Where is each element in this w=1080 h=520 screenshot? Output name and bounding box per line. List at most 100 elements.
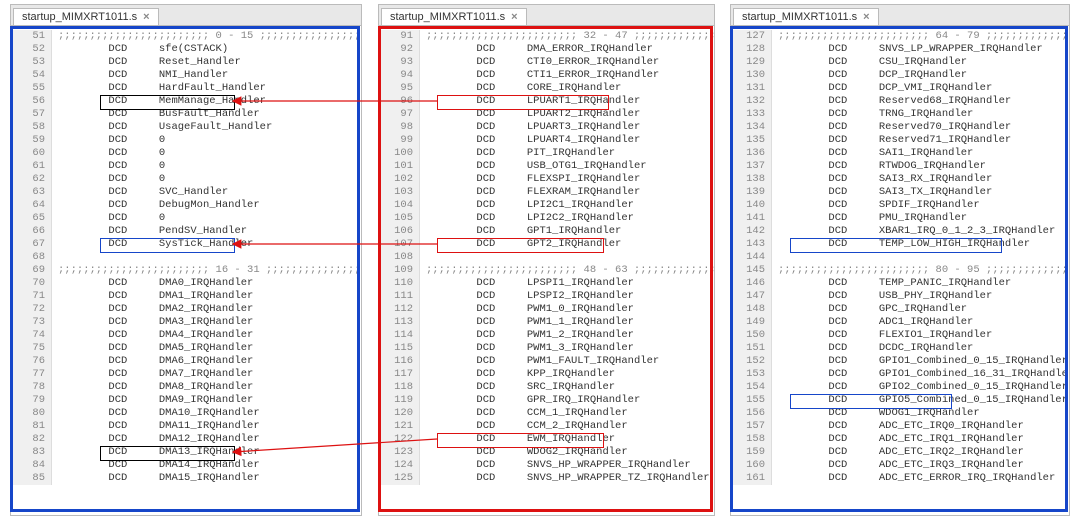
code-line[interactable]: 144 — [731, 251, 1069, 264]
code-line[interactable]: 116 DCD PWM1_FAULT_IRQHandler — [379, 355, 714, 368]
code-line[interactable]: 93 DCD CTI0_ERROR_IRQHandler — [379, 56, 714, 69]
code-line[interactable]: 97 DCD LPUART2_IRQHandler — [379, 108, 714, 121]
code-line[interactable]: 101 DCD USB_OTG1_IRQHandler — [379, 160, 714, 173]
code-line[interactable]: 80 DCD DMA10_IRQHandler — [11, 407, 361, 420]
code-line[interactable]: 133 DCD TRNG_IRQHandler — [731, 108, 1069, 121]
code-line[interactable]: 69;;;;;;;;;;;;;;;;;;;;;;;; 16 - 31 ;;;;;… — [11, 264, 361, 277]
code-line[interactable]: 71 DCD DMA1_IRQHandler — [11, 290, 361, 303]
code-line[interactable]: 65 DCD 0 — [11, 212, 361, 225]
code-line[interactable]: 78 DCD DMA8_IRQHandler — [11, 381, 361, 394]
code-line[interactable]: 140 DCD SPDIF_IRQHandler — [731, 199, 1069, 212]
code-line[interactable]: 151 DCD DCDC_IRQHandler — [731, 342, 1069, 355]
code-line[interactable]: 124 DCD SNVS_HP_WRAPPER_IRQHandler — [379, 459, 714, 472]
code-line[interactable]: 159 DCD ADC_ETC_IRQ2_IRQHandler — [731, 446, 1069, 459]
code-line[interactable]: 100 DCD PIT_IRQHandler — [379, 147, 714, 160]
code-line[interactable]: 135 DCD Reserved71_IRQHandler — [731, 134, 1069, 147]
code-line[interactable]: 115 DCD PWM1_3_IRQHandler — [379, 342, 714, 355]
code-line[interactable]: 155 DCD GPIO5_Combined_0_15_IRQHandler — [731, 394, 1069, 407]
code-line[interactable]: 114 DCD PWM1_2_IRQHandler — [379, 329, 714, 342]
code-line[interactable]: 136 DCD SAI1_IRQHandler — [731, 147, 1069, 160]
code-line[interactable]: 150 DCD FLEXIO1_IRQHandler — [731, 329, 1069, 342]
code-line[interactable]: 108 — [379, 251, 714, 264]
code-line[interactable]: 134 DCD Reserved70_IRQHandler — [731, 121, 1069, 134]
code-line[interactable]: 153 DCD GPIO1_Combined_16_31_IRQHandler — [731, 368, 1069, 381]
code-area-left[interactable]: 51;;;;;;;;;;;;;;;;;;;;;;;; 0 - 15 ;;;;;;… — [11, 26, 361, 515]
code-line[interactable]: 109;;;;;;;;;;;;;;;;;;;;;;;; 48 - 63 ;;;;… — [379, 264, 714, 277]
code-line[interactable]: 145;;;;;;;;;;;;;;;;;;;;;;;; 80 - 95 ;;;;… — [731, 264, 1069, 277]
code-line[interactable]: 83 DCD DMA13_IRQHandler — [11, 446, 361, 459]
code-line[interactable]: 102 DCD FLEXSPI_IRQHandler — [379, 173, 714, 186]
code-line[interactable]: 112 DCD PWM1_0_IRQHandler — [379, 303, 714, 316]
code-line[interactable]: 107 DCD GPT2_IRQHandler — [379, 238, 714, 251]
code-line[interactable]: 156 DCD WDOG1_IRQHandler — [731, 407, 1069, 420]
code-line[interactable]: 122 DCD EWM_IRQHandler — [379, 433, 714, 446]
code-line[interactable]: 77 DCD DMA7_IRQHandler — [11, 368, 361, 381]
close-icon[interactable]: × — [143, 11, 149, 23]
code-line[interactable]: 161 DCD ADC_ETC_ERROR_IRQ_IRQHandler — [731, 472, 1069, 485]
code-line[interactable]: 75 DCD DMA5_IRQHandler — [11, 342, 361, 355]
code-line[interactable]: 149 DCD ADC1_IRQHandler — [731, 316, 1069, 329]
code-line[interactable]: 57 DCD BusFault_Handler — [11, 108, 361, 121]
code-line[interactable]: 92 DCD DMA_ERROR_IRQHandler — [379, 43, 714, 56]
code-line[interactable]: 99 DCD LPUART4_IRQHandler — [379, 134, 714, 147]
code-line[interactable]: 120 DCD CCM_1_IRQHandler — [379, 407, 714, 420]
code-line[interactable]: 129 DCD CSU_IRQHandler — [731, 56, 1069, 69]
code-line[interactable]: 139 DCD SAI3_TX_IRQHandler — [731, 186, 1069, 199]
code-line[interactable]: 95 DCD CORE_IRQHandler — [379, 82, 714, 95]
code-line[interactable]: 58 DCD UsageFault_Handler — [11, 121, 361, 134]
code-line[interactable]: 148 DCD GPC_IRQHandler — [731, 303, 1069, 316]
code-line[interactable]: 66 DCD PendSV_Handler — [11, 225, 361, 238]
code-line[interactable]: 59 DCD 0 — [11, 134, 361, 147]
code-line[interactable]: 98 DCD LPUART3_IRQHandler — [379, 121, 714, 134]
code-line[interactable]: 141 DCD PMU_IRQHandler — [731, 212, 1069, 225]
code-line[interactable]: 61 DCD 0 — [11, 160, 361, 173]
code-line[interactable]: 121 DCD CCM_2_IRQHandler — [379, 420, 714, 433]
code-line[interactable]: 158 DCD ADC_ETC_IRQ1_IRQHandler — [731, 433, 1069, 446]
code-line[interactable]: 82 DCD DMA12_IRQHandler — [11, 433, 361, 446]
code-line[interactable]: 106 DCD GPT1_IRQHandler — [379, 225, 714, 238]
code-line[interactable]: 68 — [11, 251, 361, 264]
code-line[interactable]: 56 DCD MemManage_Handler — [11, 95, 361, 108]
code-area-right[interactable]: 127;;;;;;;;;;;;;;;;;;;;;;;; 64 - 79 ;;;;… — [731, 26, 1069, 515]
code-line[interactable]: 73 DCD DMA3_IRQHandler — [11, 316, 361, 329]
close-icon[interactable]: × — [863, 11, 869, 23]
code-line[interactable]: 60 DCD 0 — [11, 147, 361, 160]
code-line[interactable]: 154 DCD GPIO2_Combined_0_15_IRQHandler — [731, 381, 1069, 394]
code-line[interactable]: 125 DCD SNVS_HP_WRAPPER_TZ_IRQHandler — [379, 472, 714, 485]
editor-tab[interactable]: startup_MIMXRT1011.s × — [381, 8, 527, 25]
code-line[interactable]: 74 DCD DMA4_IRQHandler — [11, 329, 361, 342]
code-line[interactable]: 53 DCD Reset_Handler — [11, 56, 361, 69]
code-line[interactable]: 52 DCD sfe(CSTACK) — [11, 43, 361, 56]
code-line[interactable]: 130 DCD DCP_IRQHandler — [731, 69, 1069, 82]
code-line[interactable]: 55 DCD HardFault_Handler — [11, 82, 361, 95]
code-line[interactable]: 96 DCD LPUART1_IRQHandler — [379, 95, 714, 108]
code-line[interactable]: 103 DCD FLEXRAM_IRQHandler — [379, 186, 714, 199]
code-line[interactable]: 70 DCD DMA0_IRQHandler — [11, 277, 361, 290]
code-line[interactable]: 51;;;;;;;;;;;;;;;;;;;;;;;; 0 - 15 ;;;;;;… — [11, 30, 361, 43]
code-line[interactable]: 117 DCD KPP_IRQHandler — [379, 368, 714, 381]
code-line[interactable]: 64 DCD DebugMon_Handler — [11, 199, 361, 212]
code-line[interactable]: 157 DCD ADC_ETC_IRQ0_IRQHandler — [731, 420, 1069, 433]
code-line[interactable]: 67 DCD SysTick_Handler — [11, 238, 361, 251]
code-line[interactable]: 63 DCD SVC_Handler — [11, 186, 361, 199]
code-line[interactable]: 85 DCD DMA15_IRQHandler — [11, 472, 361, 485]
code-line[interactable]: 72 DCD DMA2_IRQHandler — [11, 303, 361, 316]
code-line[interactable]: 146 DCD TEMP_PANIC_IRQHandler — [731, 277, 1069, 290]
code-line[interactable]: 54 DCD NMI_Handler — [11, 69, 361, 82]
code-line[interactable]: 127;;;;;;;;;;;;;;;;;;;;;;;; 64 - 79 ;;;;… — [731, 30, 1069, 43]
code-line[interactable]: 147 DCD USB_PHY_IRQHandler — [731, 290, 1069, 303]
code-line[interactable]: 143 DCD TEMP_LOW_HIGH_IRQHandler — [731, 238, 1069, 251]
code-area-mid[interactable]: 91;;;;;;;;;;;;;;;;;;;;;;;; 32 - 47 ;;;;;… — [379, 26, 714, 515]
code-line[interactable]: 131 DCD DCP_VMI_IRQHandler — [731, 82, 1069, 95]
code-line[interactable]: 110 DCD LPSPI1_IRQHandler — [379, 277, 714, 290]
code-line[interactable]: 123 DCD WDOG2_IRQHandler — [379, 446, 714, 459]
code-line[interactable]: 128 DCD SNVS_LP_WRAPPER_IRQHandler — [731, 43, 1069, 56]
code-line[interactable]: 113 DCD PWM1_1_IRQHandler — [379, 316, 714, 329]
code-line[interactable]: 152 DCD GPIO1_Combined_0_15_IRQHandler — [731, 355, 1069, 368]
code-line[interactable]: 138 DCD SAI3_RX_IRQHandler — [731, 173, 1069, 186]
code-line[interactable]: 62 DCD 0 — [11, 173, 361, 186]
close-icon[interactable]: × — [511, 11, 517, 23]
editor-tab[interactable]: startup_MIMXRT1011.s × — [13, 8, 159, 25]
code-line[interactable]: 119 DCD GPR_IRQ_IRQHandler — [379, 394, 714, 407]
code-line[interactable]: 104 DCD LPI2C1_IRQHandler — [379, 199, 714, 212]
